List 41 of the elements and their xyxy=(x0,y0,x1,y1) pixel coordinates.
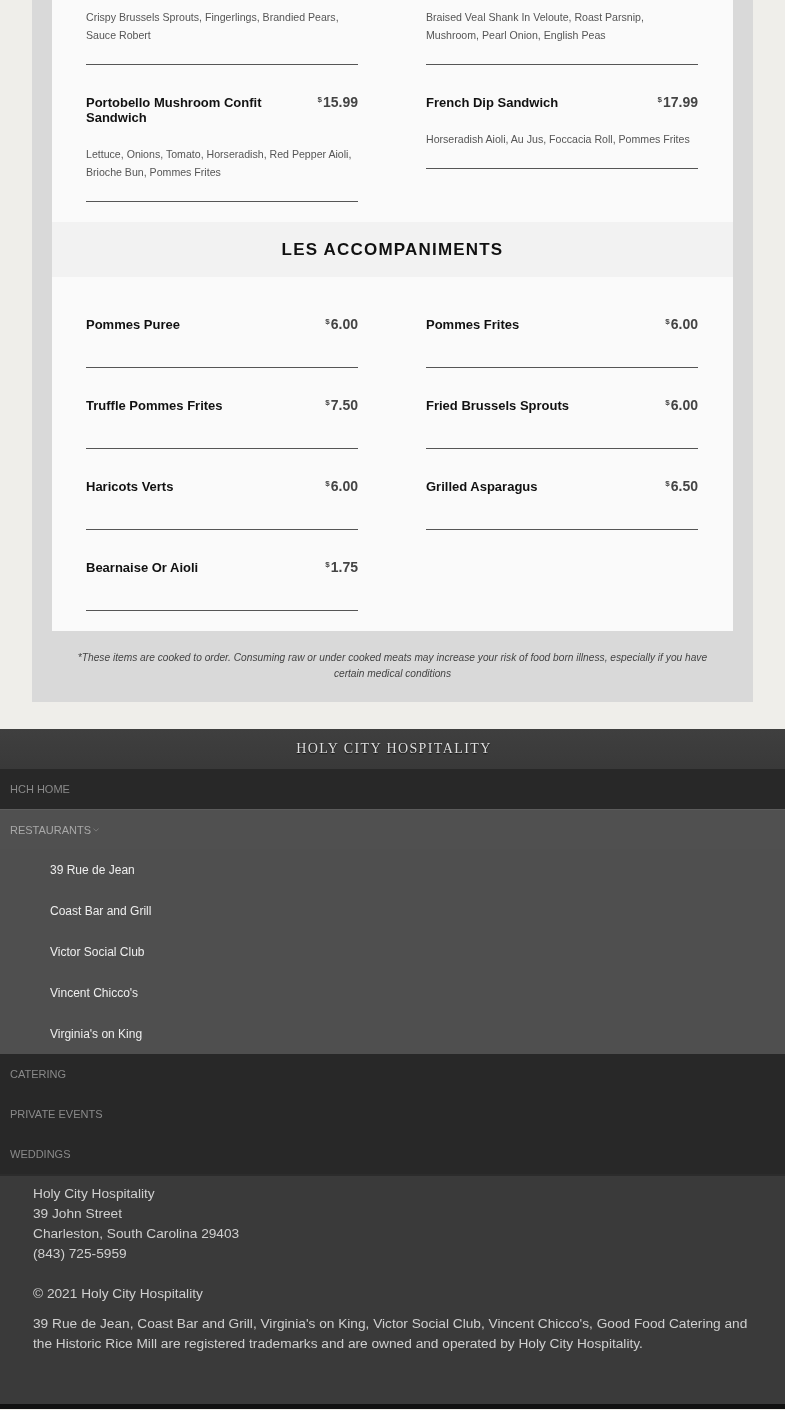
item-price: $^{$}$1.75 xyxy=(325,560,358,575)
copyright-text: © 2021 Holy City Hospitality xyxy=(33,1285,204,1303)
section-title: LES ACCOMPANIMENTS xyxy=(52,222,733,277)
nav-link[interactable]: CATERING xyxy=(0,1054,785,1094)
item-description: Braised Veal Shank In Veloute, Roast Parsnip, Mushroom, Pearl Onion, English Peas xyxy=(426,10,645,43)
item-price: $^{$}$6.00 xyxy=(325,479,358,494)
item-description: Horseradish Aioli, Au Jus, Foccacia Roll, Pommes Frites xyxy=(426,132,691,147)
address-line: (843) 725-5959 xyxy=(33,1245,128,1263)
item-price: $^{$}$6.00 xyxy=(665,398,698,413)
submenu-link[interactable]: Victor Social Club xyxy=(0,931,785,972)
item-price: $^{$}$6.00 xyxy=(325,317,358,332)
item-name: Pommes Puree xyxy=(86,317,180,332)
item-name: Fried Brussels Sprouts xyxy=(426,398,570,413)
item-price: $^{$}$6.00 xyxy=(665,317,698,332)
item-name: Portobello Mushroom Confit Sandwich xyxy=(86,95,263,125)
address-line: 39 John Street xyxy=(33,1205,124,1223)
nav-link[interactable]: WEDDINGS xyxy=(0,1134,785,1174)
item-name: Pommes Frites xyxy=(426,317,520,332)
trademark-text: 39 Rue de Jean, Coast Bar and Grill, Virginia's on King, Victor Social Club, Vincent Chicco's, Good Food Catering and the Historic Rice Mill are registered trademarks and are owned and operated by Holy City Hospitality. xyxy=(33,1315,749,1353)
item-name: Grilled Asparagus xyxy=(426,479,538,494)
address-line: Holy City Hospitality xyxy=(33,1185,156,1203)
item-name: Bearnaise Or Aioli xyxy=(86,560,199,575)
nav-link[interactable]: PRIVATE EVENTS xyxy=(0,1094,785,1134)
brand-logo[interactable]: HOLY CITY HOSPITALITY xyxy=(293,741,492,757)
item-price: $^{$}$17.99 xyxy=(657,95,698,110)
item-name: French Dip Sandwich xyxy=(426,95,559,110)
submenu-link[interactable]: Coast Bar and Grill xyxy=(0,890,785,931)
disclaimer-text: *These items are cooked to order. Consuming raw or under cooked meats may increase your risk of food born illness, especially if you have certain medical conditions xyxy=(76,651,709,681)
submenu-link[interactable]: Vincent Chicco's xyxy=(0,972,785,1013)
item-description: Crispy Brussels Sprouts, Fingerlings, Brandied Pears, Sauce Robert xyxy=(86,10,340,43)
item-price: $^{$}$7.50 xyxy=(325,398,358,413)
submenu-link[interactable]: Virginia's on King xyxy=(0,1013,785,1054)
nav-link[interactable]: HCH HOME xyxy=(0,769,785,809)
item-description: Lettuce, Onions, Tomato, Horseradish, Red Pepper Aioli, Brioche Bun, Pommes Frites xyxy=(86,147,353,180)
submenu-link[interactable]: 39 Rue de Jean xyxy=(0,849,785,890)
item-price: $^{$}$15.99 xyxy=(317,95,358,110)
chevron-down-icon xyxy=(93,828,100,832)
item-name: Haricots Verts xyxy=(86,479,174,494)
address-line: Charleston, South Carolina 29403 xyxy=(33,1225,241,1243)
item-name: Truffle Pommes Frites xyxy=(86,398,223,413)
item-price: $^{$}$6.50 xyxy=(665,479,698,494)
